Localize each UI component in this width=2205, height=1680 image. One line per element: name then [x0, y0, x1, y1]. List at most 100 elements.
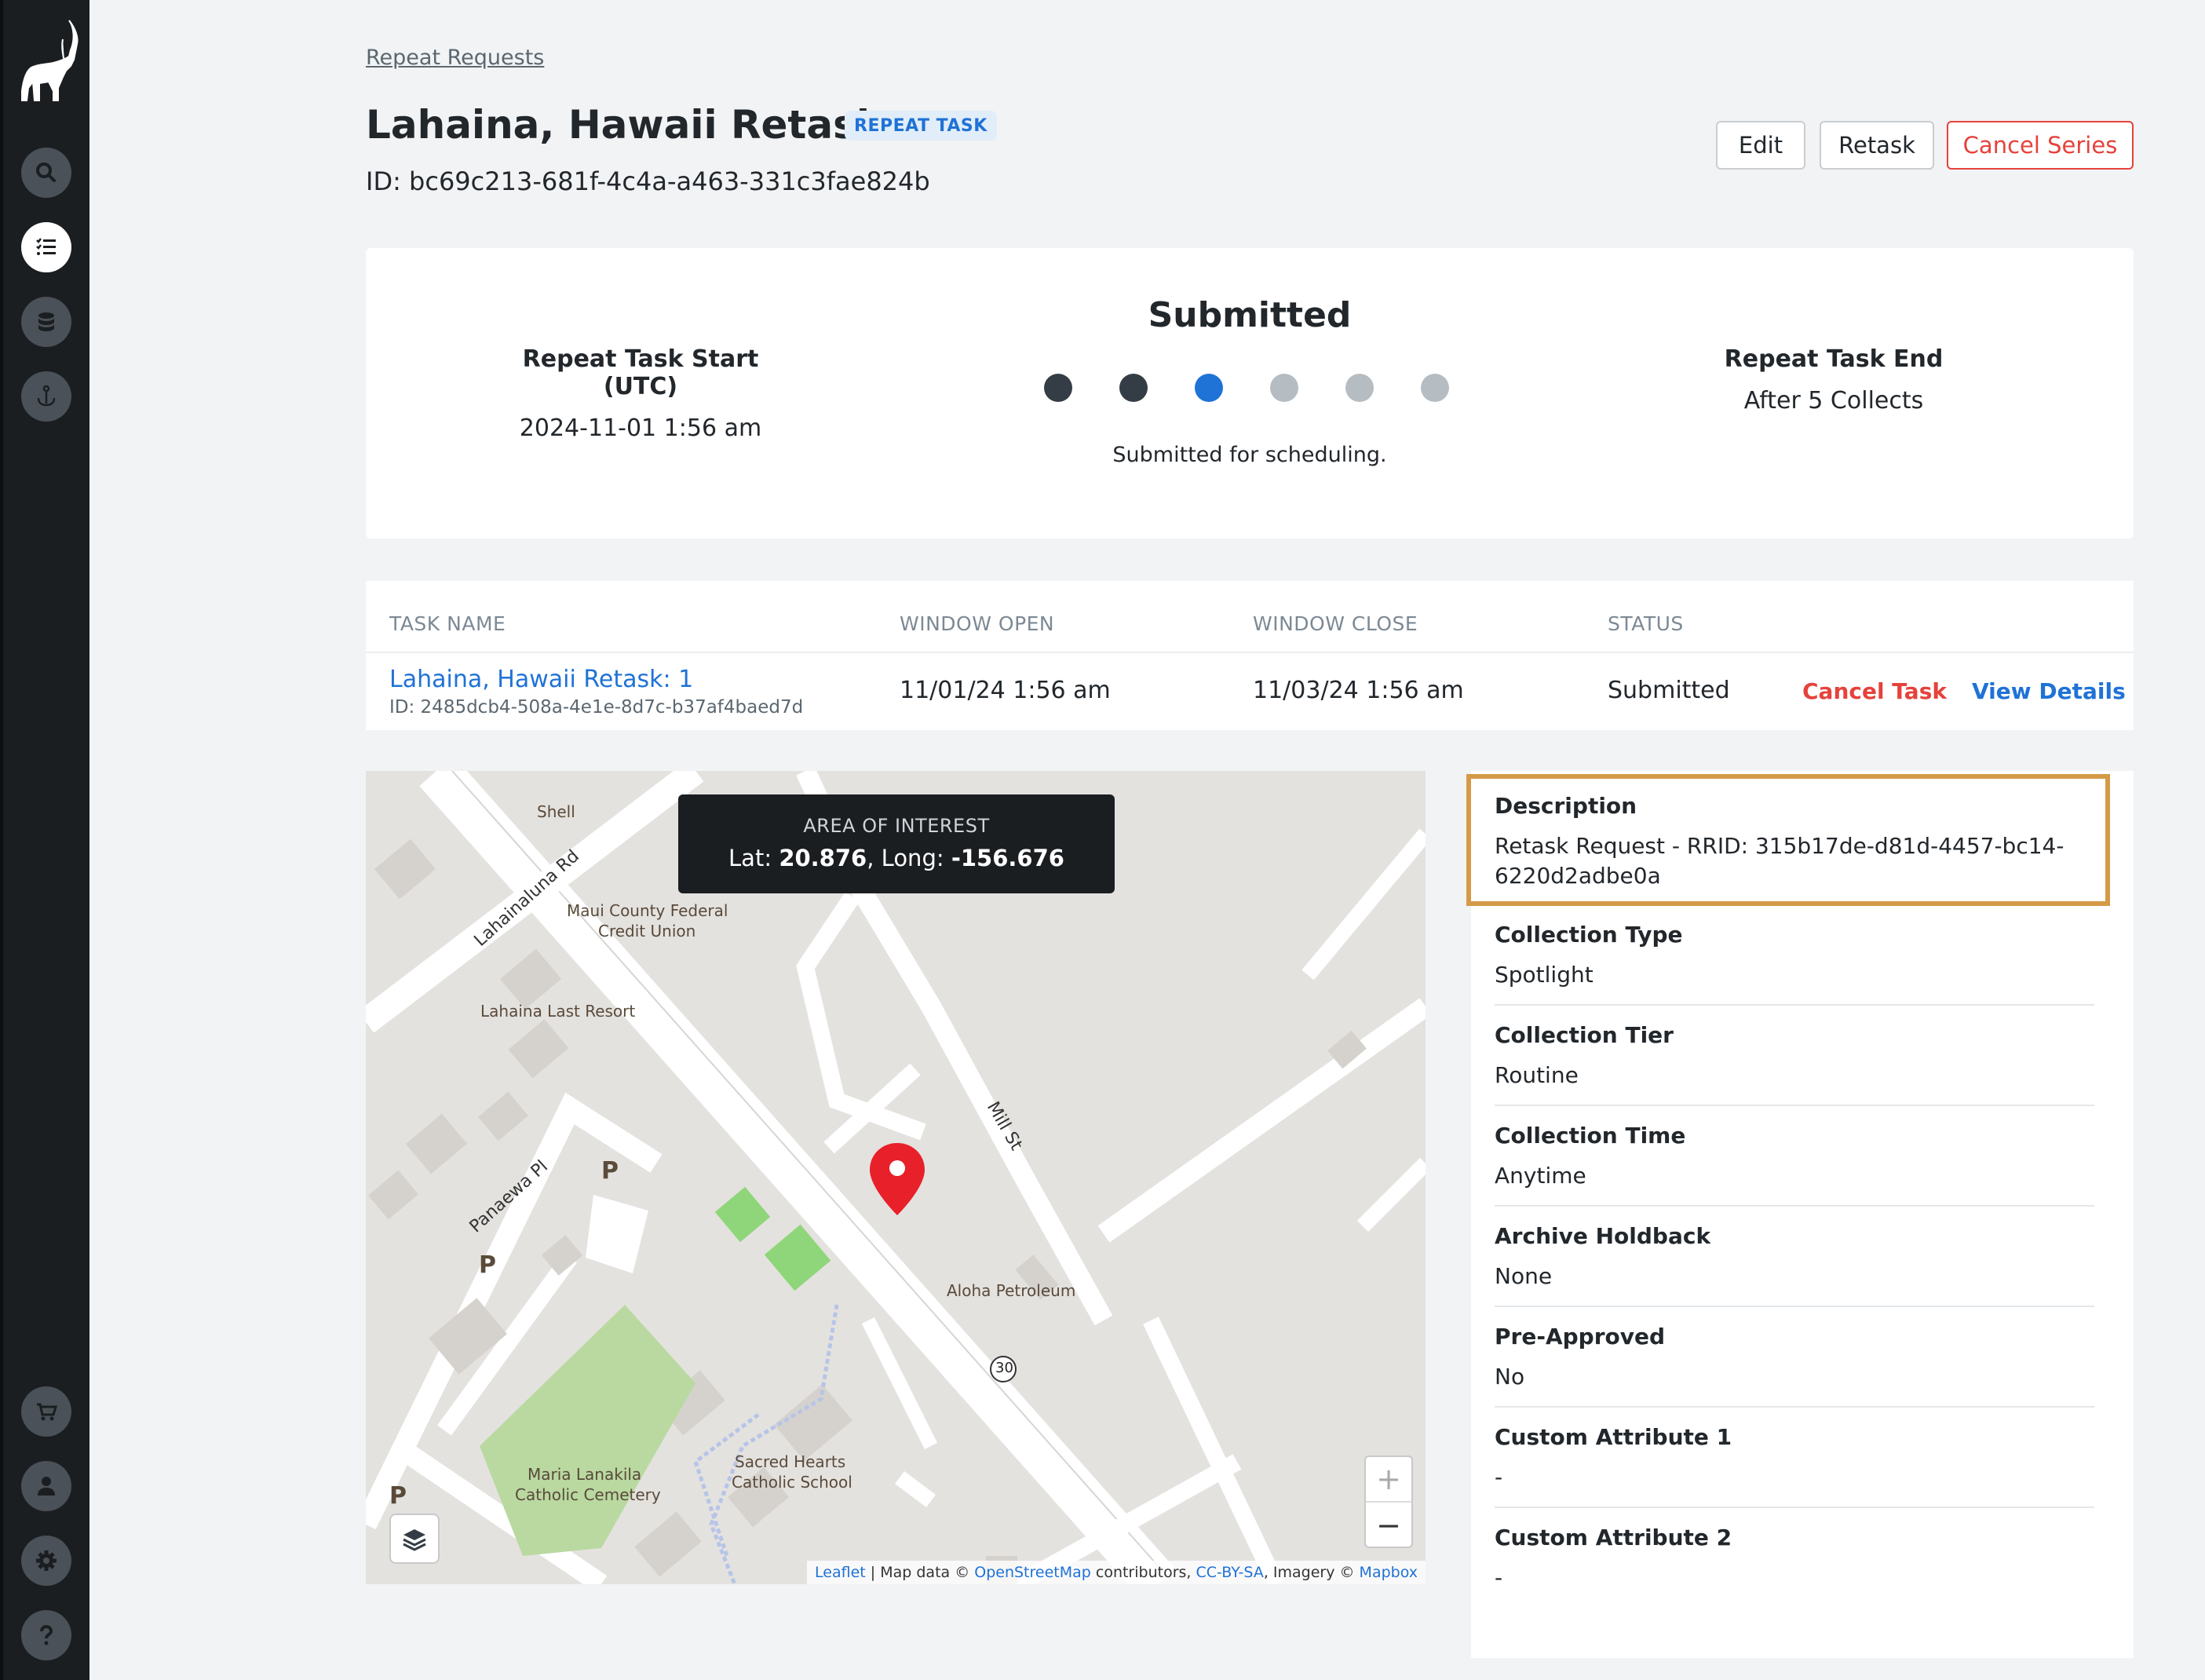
window-close-value: 11/03/24 1:56 am [1253, 677, 1464, 704]
detail-pre-approved: Pre-Approved No [1495, 1324, 2094, 1408]
detail-label: Custom Attribute 1 [1495, 1424, 1732, 1450]
detail-value: Anytime [1495, 1163, 1586, 1189]
detail-label: Collection Type [1495, 922, 1683, 948]
poi-cemetery-line2: Catholic Cemetery [515, 1485, 661, 1504]
poi-school-line1: Sacred Hearts [735, 1452, 846, 1471]
detail-label: Description [1495, 793, 1637, 819]
attr-text-1: | Map data © [865, 1564, 975, 1581]
progress-step-dot [1421, 374, 1449, 402]
route-number: 30 [995, 1360, 1013, 1376]
header-status: STATUS [1608, 612, 1684, 635]
nav-database[interactable] [21, 297, 71, 347]
poi-cemetery-line1: Maria Lanakila [528, 1465, 642, 1484]
detail-collection-tier: Collection Tier Routine [1495, 1022, 2094, 1106]
nav-tasks[interactable] [21, 222, 71, 272]
cancel-task-link[interactable]: Cancel Task [1802, 678, 1947, 704]
header-window-close: WINDOW CLOSE [1253, 612, 1418, 635]
attr-text-3: , Imagery © [1263, 1564, 1360, 1581]
view-details-link[interactable]: View Details [1972, 678, 2126, 704]
detail-value: - [1495, 1565, 1503, 1591]
cart-icon [37, 1403, 58, 1421]
detail-label: Custom Attribute 2 [1495, 1525, 1732, 1550]
repeat-start-value: 2024-11-01 1:56 am [519, 415, 762, 442]
poi-shell: Shell [537, 802, 575, 821]
sidebar [0, 0, 89, 1680]
detail-value: No [1495, 1364, 1525, 1390]
task-id: ID: 2485dcb4-508a-4e1e-8d7c-b37af4baed7d [389, 697, 804, 718]
search-icon [36, 163, 56, 182]
nav-search[interactable] [21, 148, 71, 198]
header-task-name: TASK NAME [389, 612, 506, 635]
cancel-series-button[interactable]: Cancel Series [1947, 121, 2134, 170]
detail-archive-holdback: Archive Holdback None [1495, 1223, 2094, 1307]
detail-custom-attribute-1: Custom Attribute 1 - [1495, 1424, 2094, 1508]
gear-icon [36, 1550, 57, 1571]
status-subtitle: Submitted for scheduling. [1112, 443, 1387, 467]
repeat-task-badge: REPEAT TASK [845, 111, 997, 141]
row-divider [366, 652, 2134, 653]
repeat-start: Repeat Task Start (UTC) 2024-11-01 1:56 … [484, 345, 798, 442]
poi-credit-union-line1: Maui County Federal [567, 901, 728, 920]
detail-label: Collection Time [1495, 1123, 1686, 1149]
mapbox-link[interactable]: Mapbox [1360, 1564, 1418, 1581]
nav-help[interactable] [21, 1610, 71, 1660]
anchor-icon [37, 385, 56, 407]
edit-button[interactable]: Edit [1716, 121, 1805, 170]
tooltip-coordinates: Lat: 20.876, Long: -156.676 [678, 845, 1115, 871]
progress-step-dot [1345, 374, 1374, 402]
window-open-value: 11/01/24 1:56 am [900, 677, 1111, 704]
detail-label: Pre-Approved [1495, 1324, 1666, 1349]
details-panel: Description Retask Request - RRID: 315b1… [1466, 771, 2134, 1658]
task-name-link[interactable]: Lahaina, Hawaii Retask: 1 [389, 666, 693, 693]
detail-value: Retask Request - RRID: 315b17de-d81d-445… [1495, 833, 2064, 889]
detail-description: Description Retask Request - RRID: 315b1… [1495, 793, 2094, 891]
detail-collection-time: Collection Time Anytime [1495, 1123, 2094, 1207]
progress-step-dot [1195, 374, 1223, 402]
nav-user[interactable] [21, 1461, 71, 1511]
map-attribution: Leaflet | Map data © OpenStreetMap contr… [807, 1561, 1426, 1584]
parking-icon: P [479, 1251, 496, 1279]
page-title: Lahaina, Hawaii Retask [366, 102, 883, 148]
parking-icon: P [389, 1482, 407, 1510]
osm-link[interactable]: OpenStreetMap [974, 1564, 1091, 1581]
progress-step-dot [1270, 374, 1298, 402]
repeat-end-value: After 5 Collects [1743, 387, 1924, 415]
header-window-open: WINDOW OPEN [900, 612, 1055, 635]
repeat-end-label: Repeat Task End [1724, 345, 1944, 373]
repeat-start-label: Repeat Task Start (UTC) [522, 345, 759, 400]
nav-settings[interactable] [21, 1536, 71, 1586]
detail-collection-type: Collection Type Spotlight [1495, 922, 2094, 1006]
nav-anchor[interactable] [21, 371, 71, 422]
list-icon [36, 238, 56, 255]
detail-value: Routine [1495, 1062, 1579, 1088]
zoom-out-button[interactable]: − [1366, 1503, 1411, 1548]
license-link[interactable]: CC-BY-SA [1196, 1564, 1264, 1581]
task-table: TASK NAME WINDOW OPEN WINDOW CLOSE STATU… [366, 581, 2134, 730]
zoom-in-button[interactable]: + [1366, 1457, 1411, 1503]
progress-step-dot [1119, 374, 1148, 402]
map[interactable]: Lahainaluna Rd Panaewa Pl Mill St 30 She… [366, 771, 1426, 1584]
zoom-control: + − [1364, 1455, 1413, 1548]
layers-icon [403, 1529, 426, 1551]
leaflet-link[interactable]: Leaflet [815, 1564, 866, 1581]
detail-value: None [1495, 1263, 1553, 1289]
repeat-end: Repeat Task End After 5 Collects [1677, 345, 1991, 415]
tooltip-title: AREA OF INTEREST [803, 815, 990, 837]
progress-step-dot [1044, 374, 1072, 402]
retask-button[interactable]: Retask [1820, 121, 1934, 170]
area-of-interest-tooltip: AREA OF INTEREST Lat: 20.876, Long: -156… [678, 794, 1115, 893]
request-id: ID: bc69c213-681f-4c4a-a463-331c3fae824b [366, 166, 930, 196]
breadcrumb-repeat-requests[interactable]: Repeat Requests [366, 46, 544, 70]
status-value: Submitted [1608, 677, 1730, 704]
layers-button[interactable] [389, 1514, 440, 1564]
detail-label: Archive Holdback [1495, 1223, 1711, 1249]
poi-school-line2: Catholic School [732, 1473, 852, 1492]
detail-value: Spotlight [1495, 962, 1594, 988]
parking-icon: P [601, 1157, 619, 1185]
ibex-logo [21, 20, 78, 101]
help-icon [40, 1624, 53, 1645]
nav-cart[interactable] [21, 1386, 71, 1437]
long-value: -156.676 [951, 845, 1064, 871]
poi-credit-union-line2: Credit Union [598, 922, 696, 940]
long-label: , Long: [867, 845, 951, 871]
